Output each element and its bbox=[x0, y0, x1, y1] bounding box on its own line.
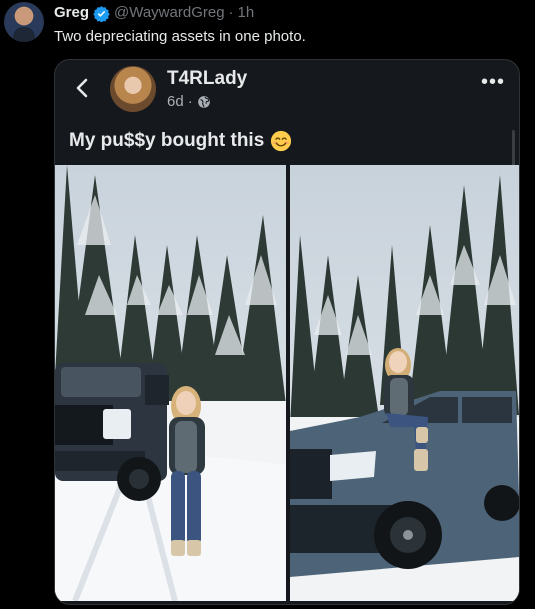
embedded-post-meta: 6d · bbox=[167, 93, 211, 110]
post-photo-left[interactable] bbox=[55, 165, 286, 601]
smiling-face-emoji bbox=[271, 130, 292, 152]
scrollbar[interactable] bbox=[512, 130, 515, 170]
embedded-author-avatar[interactable] bbox=[110, 66, 156, 112]
post-photo-right[interactable] bbox=[290, 165, 519, 601]
verified-badge-icon bbox=[93, 5, 110, 22]
author-avatar[interactable] bbox=[4, 2, 44, 42]
back-chevron-icon[interactable] bbox=[71, 76, 95, 100]
embedded-author-name[interactable]: T4RLady bbox=[167, 68, 247, 90]
meta-separator: · bbox=[228, 4, 234, 21]
tweet: Greg @WaywardGreg · 1h Two depreciating … bbox=[0, 0, 535, 609]
author-name[interactable]: Greg bbox=[54, 4, 89, 22]
embedded-caption-text: My pu$$y bought this bbox=[69, 130, 265, 151]
embedded-caption: My pu$$y bought this bbox=[69, 130, 292, 152]
tweet-time[interactable]: 1h bbox=[238, 4, 255, 22]
tweet-text: Two depreciating assets in one photo. bbox=[54, 28, 306, 45]
embedded-post[interactable]: T4RLady 6d · ••• My pu$$y bought this bbox=[54, 59, 520, 605]
embedded-meta-separator: · bbox=[187, 93, 193, 110]
tweet-header: Greg @WaywardGreg · 1h bbox=[54, 4, 254, 22]
more-options-button[interactable]: ••• bbox=[481, 72, 505, 92]
author-handle[interactable]: @WaywardGreg bbox=[114, 4, 225, 22]
embedded-post-time: 6d bbox=[167, 93, 184, 110]
globe-icon bbox=[197, 95, 210, 108]
